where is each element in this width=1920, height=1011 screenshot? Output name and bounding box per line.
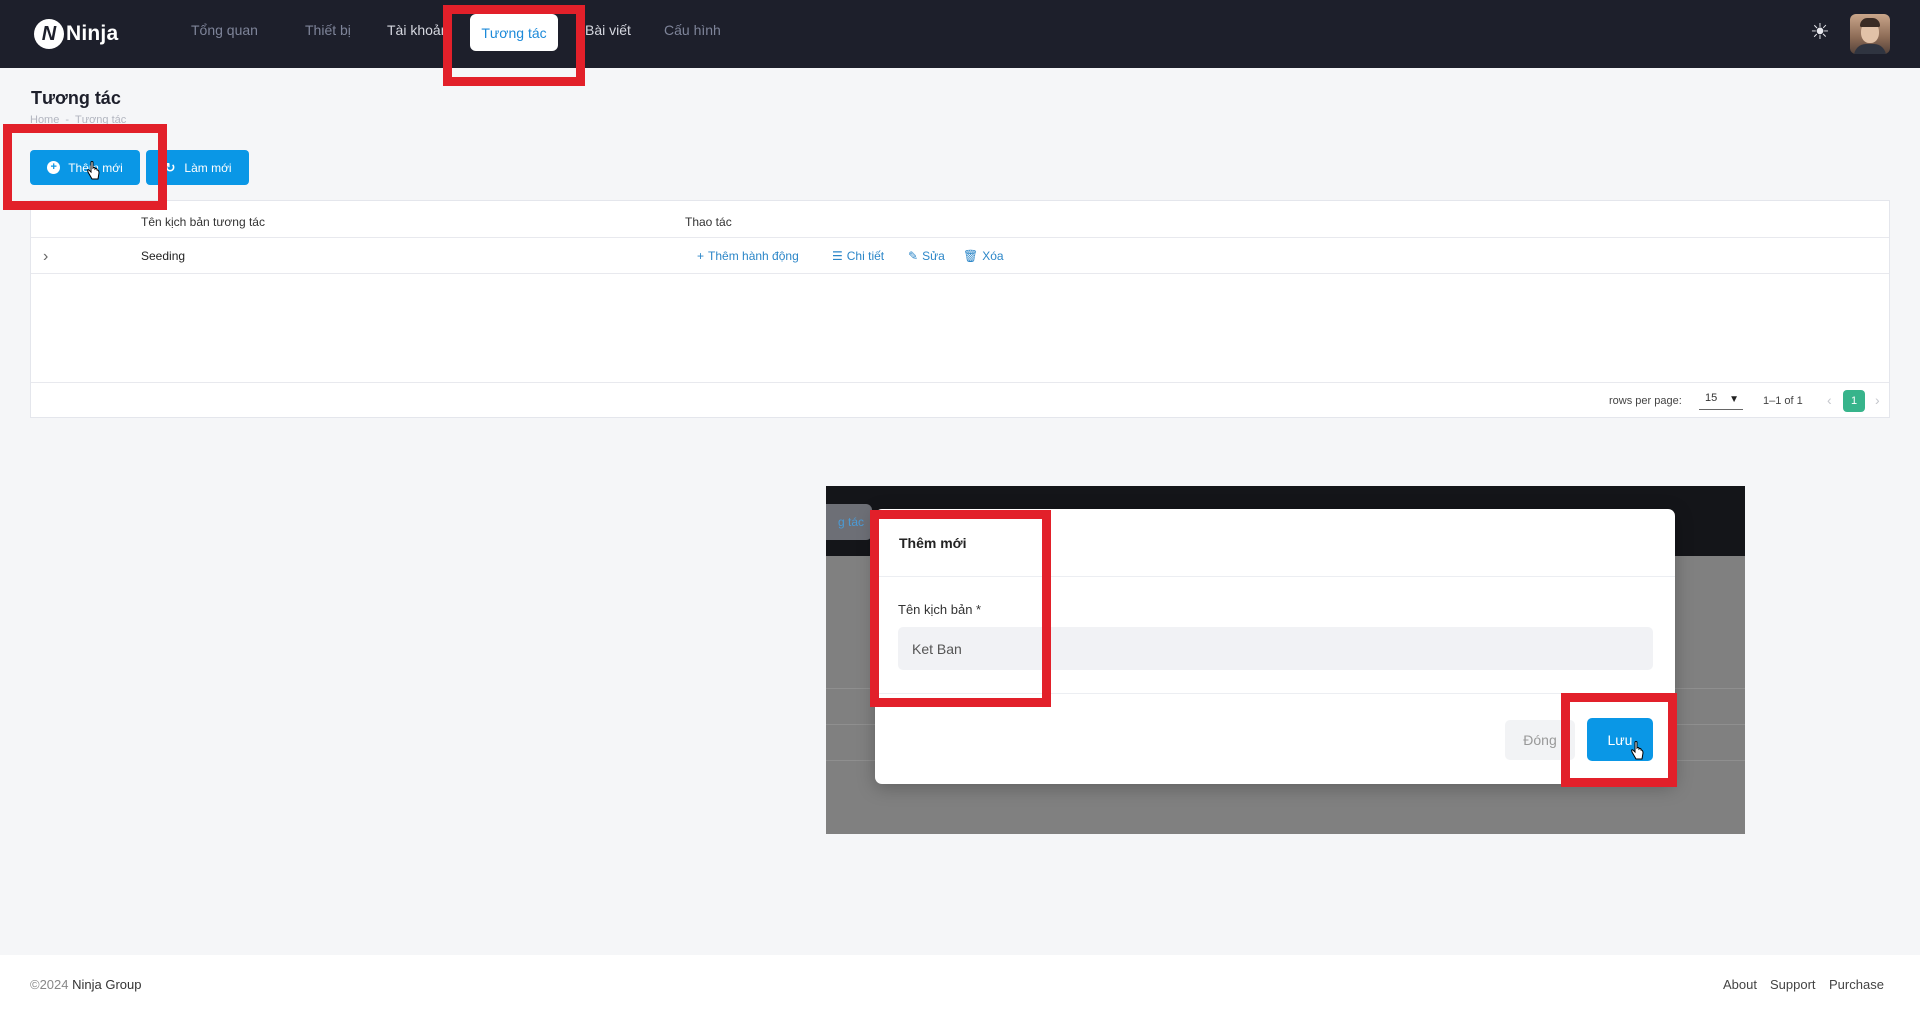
edit-label: Sửa [922,249,945,263]
scenario-table: Tên kịch bản tương tác Thao tác › Seedin… [30,200,1890,418]
avatar[interactable] [1850,14,1890,54]
highlight-add-new-button [3,124,167,210]
logo-text: Ninja [66,22,119,45]
nav-item-cau-hinh[interactable]: Cấu hình [664,22,721,38]
detail-label: Chi tiết [846,249,885,263]
delete-link[interactable]: 🗑 Xóa [963,249,1004,263]
rows-per-page-select[interactable]: 15 ▼ [1699,392,1743,410]
row-name-cell: Seeding [141,249,186,263]
column-header-actions: Thao tác [685,215,732,229]
copyright: ©2024 Ninja Group [30,977,142,992]
footer-link-purchase[interactable]: Purchase [1829,977,1884,992]
edit-icon: ✎ [908,249,919,263]
hand-cursor-icon [87,161,100,180]
footer-link-about[interactable]: About [1723,977,1757,992]
top-navbar: N Ninja Tổng quan Thiết bị Tài khoản Tươ… [0,0,1920,68]
hand-cursor-icon [1631,741,1644,760]
nav-item-bai-viet[interactable]: Bài viết [585,22,631,38]
nav-item-thiet-bi[interactable]: Thiết bị [305,22,351,38]
copyright-year: ©2024 [30,977,69,992]
page-footer: ©2024 Ninja Group About Support Purchase [0,955,1920,1011]
background-nav-tab: g tác [826,504,872,540]
add-action-link[interactable]: + Thêm hành động [697,249,799,263]
highlight-nav-tuong-tac [443,5,585,86]
next-page-icon[interactable]: › [1875,392,1880,408]
logo-mark: N [34,19,64,49]
highlight-save-button [1561,693,1677,787]
caret-down-icon: ▼ [1729,394,1739,405]
nav-item-tong-quan[interactable]: Tổng quan [191,22,258,38]
plus-icon: + [697,249,705,263]
sun-icon[interactable]: ☀ [1808,20,1832,44]
column-header-name: Tên kịch bản tương tác [141,215,265,229]
logo[interactable]: N Ninja [34,17,118,51]
refresh-label: Làm mới [184,160,232,175]
expand-row-icon[interactable]: › [43,248,48,266]
detail-link[interactable]: ☰ Chi tiết [832,249,884,263]
delete-label: Xóa [982,249,1004,263]
trash-icon: 🗑 [963,249,979,263]
page-title: Tương tác [31,88,121,108]
highlight-dialog-field [870,510,1051,707]
company-name: Ninja Group [72,977,142,992]
edit-link[interactable]: ✎ Sửa [908,249,945,263]
rows-per-page-label: rows per page: [1609,395,1682,407]
list-icon: ☰ [832,249,843,263]
page-number-current[interactable]: 1 [1843,390,1865,412]
rows-per-page-value: 15 [1705,392,1718,404]
nav-item-tai-khoan[interactable]: Tài khoản [387,22,448,38]
prev-page-icon[interactable]: ‹ [1827,392,1832,408]
footer-link-support[interactable]: Support [1770,977,1816,992]
add-action-label: Thêm hành động [708,249,799,263]
pagination-range: 1–1 of 1 [1763,395,1803,407]
